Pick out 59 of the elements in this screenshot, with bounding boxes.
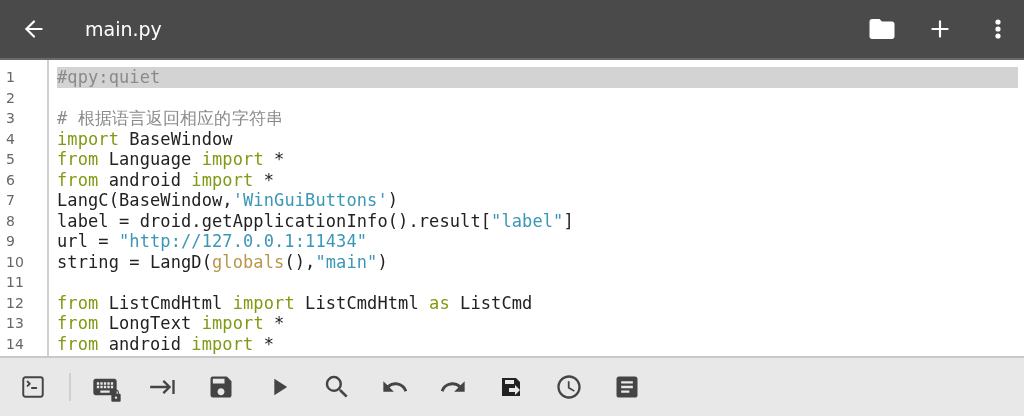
code-token: #qpy:quiet: [57, 67, 161, 88]
terminal-icon: [20, 374, 46, 400]
code-token: from: [57, 169, 99, 190]
code-token: ListCmdHtml: [304, 292, 420, 313]
save-arrow-icon: [499, 375, 523, 399]
code-token: # 根据语言返回相应的字符串: [57, 106, 283, 130]
code-token: *: [262, 169, 275, 190]
line-number: 14: [5, 334, 25, 354]
code-token: from: [57, 333, 99, 354]
code-token: "main": [315, 251, 378, 272]
code-token: import: [191, 169, 254, 190]
line-number: 10: [5, 252, 25, 272]
code-token: label = droid.getApplicationInfo().result[: [57, 210, 492, 231]
line-number: 13: [5, 314, 25, 333]
code-token: LongText: [107, 313, 193, 334]
line-number: 2: [5, 88, 16, 108]
line-number: 7: [5, 191, 16, 210]
code-token: ): [377, 251, 388, 272]
code-token: android: [107, 169, 183, 190]
code-token: BaseWindow: [128, 128, 233, 149]
code-token: from: [57, 313, 99, 334]
code-token: (),: [284, 251, 316, 272]
code-token: import: [57, 128, 119, 149]
line-number: 1: [5, 68, 16, 87]
code-token: from: [57, 149, 99, 170]
line-number: 11: [5, 273, 25, 292]
line-number: 9: [5, 232, 16, 251]
file-title: main.py: [85, 18, 163, 40]
code-token: *: [273, 313, 285, 334]
line-number: 12: [5, 293, 25, 313]
line-number: 5: [5, 150, 16, 169]
line-number: 3: [5, 109, 16, 128]
line-number: 8: [5, 211, 16, 231]
code-token: globals: [212, 251, 285, 272]
code-token: import: [232, 292, 295, 313]
code-token: *: [262, 333, 275, 354]
code-token: "label": [491, 210, 564, 231]
code-token: ListCmd: [459, 292, 533, 313]
line-number: 4: [5, 129, 16, 149]
code-token: ListCmdHtml: [107, 292, 224, 313]
code-token: ): [387, 190, 399, 211]
more-vertical-icon: [995, 19, 1001, 39]
line-number: 6: [5, 170, 16, 190]
clock-icon: [555, 373, 583, 401]
code-token: import: [201, 149, 264, 170]
code-token: 'WinGuiButtons': [232, 190, 388, 211]
code-token: as: [429, 292, 450, 313]
code-token: ]: [563, 210, 574, 231]
code-token: Language: [107, 149, 193, 170]
code-token: import: [201, 313, 264, 334]
code-token: from: [57, 292, 99, 313]
code-token: string = LangD(: [57, 251, 213, 272]
code-token: *: [273, 149, 285, 170]
code-token: url =: [57, 231, 110, 252]
code-token: import: [191, 333, 254, 354]
code-token: LangC(BaseWindow,: [57, 190, 233, 211]
code-token: android: [107, 333, 183, 354]
lock-icon: [109, 389, 123, 403]
code-token: "http://127.0.0.1:11434": [119, 231, 368, 252]
